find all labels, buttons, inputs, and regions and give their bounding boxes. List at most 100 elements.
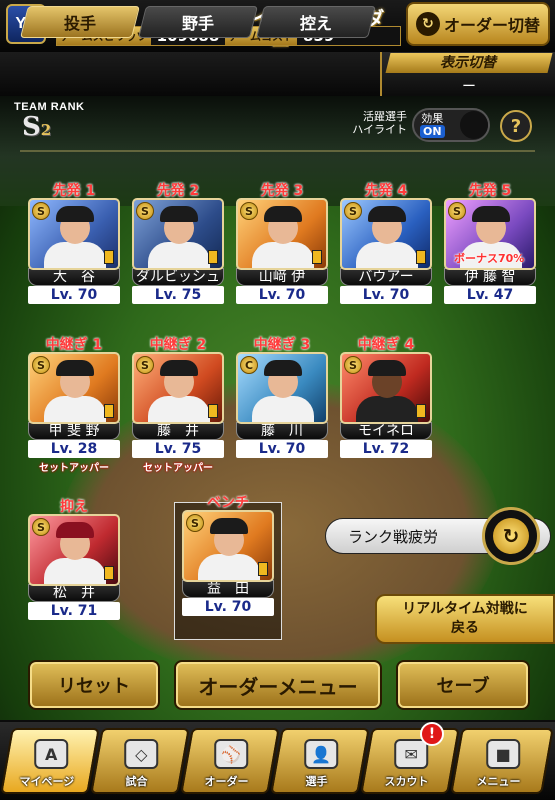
player-level: Lv. 70	[236, 440, 328, 458]
player-name: モイネロ	[340, 422, 432, 440]
card-role: 中継ぎ 4	[357, 337, 415, 353]
match-icon: ◇	[124, 739, 159, 769]
player-portrait: S	[28, 514, 120, 586]
reliever-card-4[interactable]: 中継ぎ 4 S モイネロ Lv. 72	[340, 334, 432, 458]
card-role: 先発 5	[468, 183, 512, 199]
nav-scout[interactable]: ✉ スカウト	[360, 728, 460, 794]
nav-menu[interactable]: ■ メニュー	[450, 728, 554, 794]
player-portrait: S ボーナス70%	[444, 198, 536, 270]
rank-s-icon: S	[448, 202, 466, 220]
nav-match-label: 試合	[125, 775, 148, 788]
player-name: 藤 井	[132, 422, 224, 440]
rank-fatigue-label: ランク戦疲労	[348, 527, 439, 546]
card-role: ベンチ	[207, 495, 249, 511]
player-level: Lv. 70	[340, 286, 432, 304]
player-level: Lv. 70	[236, 286, 328, 304]
reliever-card-3[interactable]: 中継ぎ 3 C 藤 川 Lv. 70	[236, 334, 328, 458]
player-name: 伊 藤 智	[444, 268, 536, 286]
starter-card-5[interactable]: 先発 5 S ボーナス70% 伊 藤 智 Lv. 47	[444, 180, 536, 304]
player-level: Lv. 75	[132, 440, 224, 458]
tab-reserve[interactable]: 控え	[256, 6, 376, 38]
player-name: バウアー	[340, 268, 432, 286]
mypage-icon: A	[34, 739, 69, 769]
card-role: 先発 2	[156, 183, 200, 199]
alert-badge: !	[420, 722, 444, 746]
rank-s-icon: S	[32, 356, 50, 374]
rank-c-icon: C	[240, 356, 258, 374]
nav-players[interactable]: 👤 選手	[270, 728, 370, 794]
player-level: Lv. 70	[182, 598, 274, 616]
toggle-knob	[460, 111, 488, 139]
scout-icon: ✉	[394, 739, 429, 769]
player-name: 益 田	[182, 580, 274, 598]
save-label: セーブ	[436, 676, 490, 697]
rank-fatigue-switch-icon[interactable]: ↻	[482, 507, 540, 565]
player-name: 藤 川	[236, 422, 328, 440]
condition-icon	[416, 250, 426, 264]
starter-card-2[interactable]: 先発 2 S ダルビッシュ Lv. 75	[132, 180, 224, 304]
closer-card[interactable]: 抑え S 松 井 Lv. 71	[28, 496, 120, 620]
save-button[interactable]: セーブ	[396, 660, 530, 710]
reset-label: リセット	[58, 676, 130, 697]
rank-s-icon: S	[136, 202, 154, 220]
order-menu-button[interactable]: オーダーメニュー	[174, 660, 382, 710]
starter-card-3[interactable]: 先発 3 S 山﨑 伊 Lv. 70	[236, 180, 328, 304]
effect-label: 効果	[421, 112, 444, 125]
condition-icon	[208, 404, 218, 418]
order-switch-label: オーダー切替	[443, 16, 540, 35]
player-name: 大 谷	[28, 268, 120, 286]
condition-icon	[258, 562, 268, 576]
card-role: 中継ぎ 1	[45, 337, 103, 353]
nav-mypage-label: マイページ	[19, 775, 74, 788]
player-level: Lv. 28	[28, 440, 120, 458]
highlight-label-line2: ハイライト	[352, 123, 407, 136]
nav-match[interactable]: ◇ 試合	[90, 728, 190, 794]
order-switch-button[interactable]: ↻ オーダー切替	[406, 2, 550, 46]
nav-mypage[interactable]: A マイページ	[0, 728, 100, 794]
rank-s-icon: S	[344, 202, 362, 220]
tab-pitcher[interactable]: 投手	[20, 6, 140, 38]
condition-icon	[104, 250, 114, 264]
reliever-card-2[interactable]: 中継ぎ 2 S 藤 井 Lv. 75 セットアッパー	[132, 334, 224, 474]
condition-icon	[208, 250, 218, 264]
nav-order[interactable]: ⚾ オーダー	[180, 728, 280, 794]
condition-icon	[104, 566, 114, 580]
nav-order-label: オーダー	[204, 775, 249, 788]
order-menu-label: オーダーメニュー	[198, 674, 358, 699]
rank-s-icon: S	[136, 356, 154, 374]
player-name: ダルビッシュ	[132, 268, 224, 286]
card-role: 先発 3	[260, 183, 304, 199]
tab-fielder-label: 野手	[181, 14, 214, 33]
switch-icon: ↻	[415, 12, 440, 36]
card-role: 中継ぎ 3	[253, 337, 311, 353]
tab-reserve-label: 控え	[299, 14, 332, 33]
player-icon: 👤	[304, 739, 339, 769]
card-role: 先発 1	[52, 183, 96, 199]
starter-card-1[interactable]: 先発 1 S 大 谷 Lv. 70	[28, 180, 120, 304]
player-name: 松 井	[28, 584, 120, 602]
card-role: 中継ぎ 2	[149, 337, 207, 353]
player-portrait: S	[236, 198, 328, 270]
condition-icon	[104, 404, 114, 418]
highlight-label-line1: 活躍選手	[363, 110, 407, 123]
reset-button[interactable]: リセット	[28, 660, 160, 710]
condition-icon	[312, 250, 322, 264]
back-to-realtime-button[interactable]: リアルタイム対戦に 戻る	[375, 594, 555, 644]
card-role: 抑え	[60, 499, 88, 515]
condition-icon	[416, 404, 426, 418]
bonus-badge: ボーナス70%	[454, 252, 525, 265]
reliever-card-1[interactable]: 中継ぎ 1 S 甲 斐 野 Lv. 28 セットアッパー	[28, 334, 120, 474]
player-level: Lv. 70	[28, 286, 120, 304]
starter-card-4[interactable]: 先発 4 S バウアー Lv. 70	[340, 180, 432, 304]
tab-fielder[interactable]: 野手	[138, 6, 258, 38]
nav-menu-label: メニュー	[476, 775, 521, 788]
player-portrait: S	[132, 198, 224, 270]
bench-card[interactable]: ベンチ S 益 田 Lv. 70	[182, 492, 274, 616]
player-portrait: S	[28, 198, 120, 270]
nav-players-label: 選手	[305, 775, 328, 788]
back-button-line1: リアルタイム対戦に	[402, 601, 528, 617]
highlight-effect-toggle[interactable]: 効果 ON	[412, 108, 490, 142]
player-portrait: S	[182, 510, 274, 582]
menu-icon: ■	[486, 739, 521, 769]
help-icon[interactable]: ?	[500, 110, 532, 142]
